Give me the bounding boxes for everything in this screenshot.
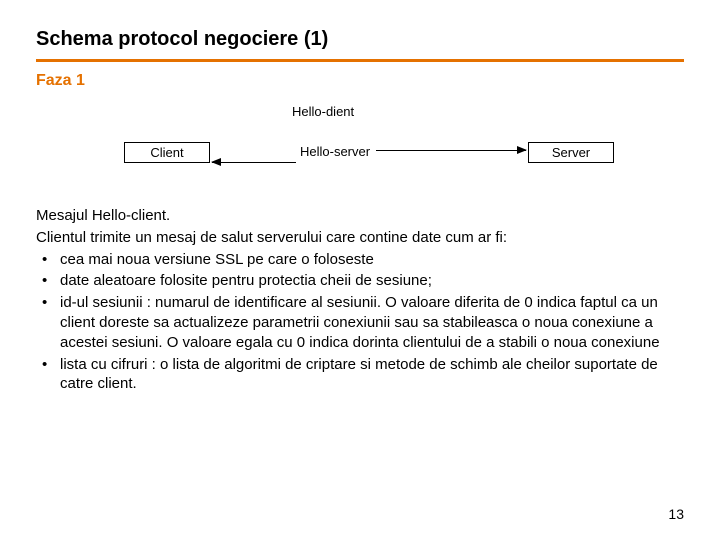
msg-hello-client-label: Hello-dient	[292, 104, 354, 119]
page-number: 13	[668, 506, 684, 522]
msg-hello-server-label: Hello-server	[300, 144, 370, 159]
arrow-to-server-icon	[376, 150, 526, 151]
list-item: cea mai noua versiune SSL pe care o folo…	[36, 250, 684, 270]
list-item: date aleatoare folosite pentru protectia…	[36, 271, 684, 291]
phase-label: Faza 1	[36, 72, 684, 90]
title-divider	[36, 59, 684, 62]
client-box: Client	[124, 142, 210, 163]
message-intro: Clientul trimite un mesaj de salut serve…	[36, 228, 684, 248]
message-title: Mesajul Hello-client.	[36, 206, 684, 226]
bullet-list: cea mai noua versiune SSL pe care o folo…	[36, 250, 684, 395]
server-box: Server	[528, 142, 614, 163]
slide-title: Schema protocol negociere (1)	[36, 28, 684, 51]
protocol-diagram: Hello-dient Client Hello-server Server	[40, 104, 680, 188]
list-item: lista cu cifruri : o lista de algoritmi …	[36, 355, 684, 395]
list-item: id-ul sesiunii : numarul de identificare…	[36, 293, 684, 352]
body-text: Mesajul Hello-client. Clientul trimite u…	[36, 206, 684, 394]
arrow-to-client-icon	[212, 162, 296, 163]
